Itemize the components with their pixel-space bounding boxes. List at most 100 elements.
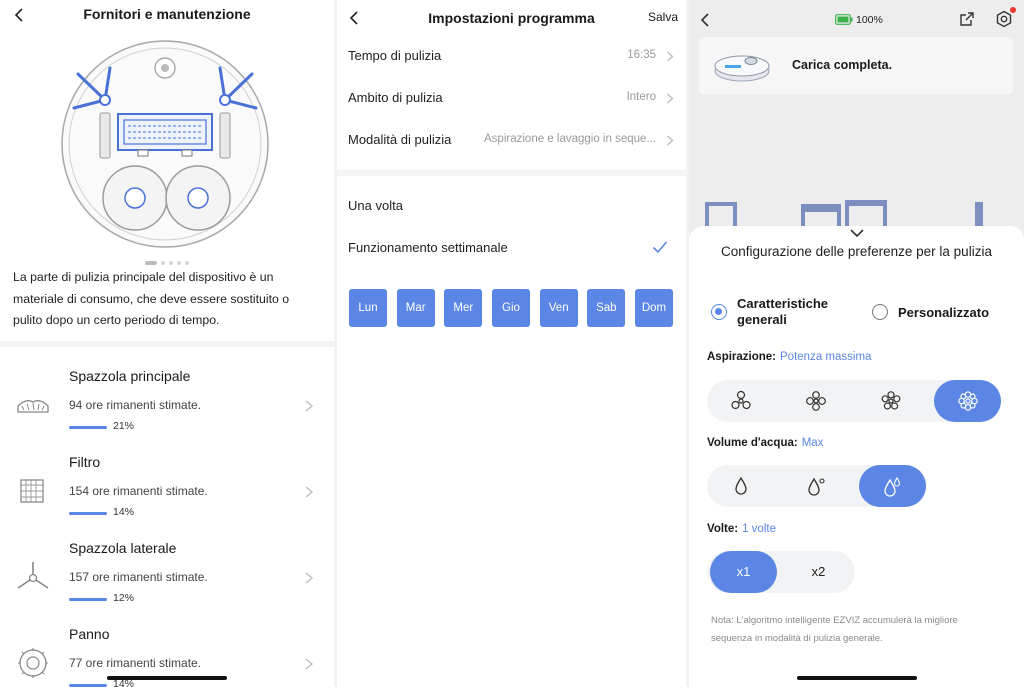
robot-dock-image [714,55,770,82]
cleaning-scope-row[interactable]: Ambito di pulizia Intero [337,77,686,119]
once-option[interactable]: Una volta [337,185,686,227]
part-name: Spazzola laterale [69,540,177,556]
suction-level-1[interactable] [707,380,774,422]
part-name: Spazzola principale [69,368,191,384]
part-name: Panno [69,626,110,642]
general-option-label[interactable]: Caratteristiche generali [737,296,855,328]
times-option-x1[interactable]: x1 [710,551,777,593]
water-level-low[interactable] [707,465,774,507]
row-value: Intero [626,91,656,103]
row-label: Tempo di pulizia [348,48,442,63]
chevron-right-icon [305,658,314,670]
chevron-right-icon [667,93,674,104]
suction-level-2[interactable] [782,380,849,422]
chevron-right-icon [305,400,314,412]
part-percent: 14% [113,506,135,518]
fan-high-icon [881,391,901,410]
schedule-panel: Impostazioni programma Salva Tempo di pu… [337,0,686,687]
fan-medium-icon [806,391,826,411]
status-text: Carica completa. [792,58,893,72]
cleaning-mode-row[interactable]: Modalità di pulizia Aspirazione e lavagg… [337,119,686,161]
part-progress-bar [69,426,107,429]
part-remaining: 157 ore rimanenti stimate. [69,570,208,584]
day-button-wed[interactable]: Mer [444,289,483,327]
part-side-brush[interactable]: Spazzola laterale 157 ore rimanenti stim… [0,538,334,624]
suction-value: Potenza massima [780,351,872,363]
drop-max-icon [884,476,901,497]
map-preview [705,200,983,232]
water-label: Volume d'acqua: Max [707,437,823,449]
home-indicator [797,676,917,680]
row-value: Aspirazione e lavaggio in seque... [484,133,656,145]
day-button-fri[interactable]: Ven [539,289,578,327]
water-level-medium[interactable] [782,465,849,507]
mop-icon [18,648,48,678]
part-filter[interactable]: Filtro 154 ore rimanenti stimate. 14% [0,452,334,538]
home-indicator [107,676,227,680]
times-label: Volte: 1 volte [707,523,776,535]
day-button-sun[interactable]: Dom [635,289,673,327]
times-option-label: x1 [736,564,751,579]
filter-icon [20,479,44,503]
suction-selector [707,380,1001,422]
times-option-label: x2 [811,564,826,579]
day-button-mon[interactable]: Lun [349,289,387,327]
suction-label-text: Aspirazione: [707,351,777,363]
main-brush-icon [17,400,49,413]
part-progress-bar [69,598,107,601]
water-selector [707,465,927,507]
chevron-right-icon [667,51,674,62]
day-button-tue[interactable]: Mar [396,289,435,327]
day-button-sat[interactable]: Sab [587,289,626,327]
suction-label: Aspirazione: Potenza massima [707,351,871,363]
robot-diagram [61,40,269,248]
battery-icon [835,14,853,25]
preferences-sheet: Configurazione delle preferenze per la p… [689,226,1024,687]
row-value: 16:35 [627,49,656,61]
page-title: Impostazioni programma [428,10,595,26]
times-option-x2[interactable]: x2 [785,551,852,593]
chevron-right-icon [305,486,314,498]
side-brush-icon [17,562,49,589]
times-value: 1 volte [742,523,776,535]
suction-level-max[interactable] [934,380,1001,422]
part-percent: 12% [113,592,135,604]
custom-radio[interactable] [872,304,888,320]
part-progress-bar [69,512,107,515]
general-radio[interactable] [711,304,727,320]
page-title: Fornitori e manutenzione [83,6,251,22]
divider [337,170,686,176]
part-percent: 21% [113,420,135,432]
drop-medium-icon [808,477,825,496]
chevron-down-icon[interactable] [849,228,865,238]
share-icon[interactable] [959,11,975,27]
row-label: Funzionamento settimanale [348,240,508,255]
part-remaining: 154 ore rimanenti stimate. [69,484,208,498]
water-level-max[interactable] [859,465,926,507]
water-value: Max [801,437,824,449]
row-label: Modalità di pulizia [348,132,452,147]
settings-icon[interactable] [995,10,1013,28]
save-button[interactable]: Salva [648,10,678,24]
suction-level-3[interactable] [857,380,924,422]
note-text: Nota: L'algoritmo intelligente EZVIZ acc… [711,615,958,644]
sheet-title: Configurazione delle preferenze per la p… [721,244,992,259]
notification-badge [1010,7,1016,13]
maintenance-panel: Fornitori e manutenzione La parte di pul… [0,0,334,687]
times-label-text: Volte: [707,523,739,535]
custom-option-label[interactable]: Personalizzato [898,305,989,321]
row-label: Una volta [348,198,403,213]
row-label: Ambito di pulizia [348,90,443,105]
preferences-panel: 100% Carica completa. Configurazione del… [689,0,1024,687]
weekday-selector: Lun Mar Mer Gio Ven Sab Dom [349,289,674,327]
weekly-option[interactable]: Funzionamento settimanale [337,227,686,269]
part-main-brush[interactable]: Spazzola principale 94 ore rimanenti sti… [0,366,334,452]
drop-icon [735,476,747,495]
checkmark-icon [652,241,668,254]
times-selector: x1 x2 [707,551,855,593]
part-remaining: 94 ore rimanenti stimate. [69,398,202,412]
back-icon[interactable] [699,12,713,28]
day-button-thu[interactable]: Gio [492,289,530,327]
cleaning-time-row[interactable]: Tempo di pulizia 16:35 [337,35,686,77]
chevron-right-icon [305,572,314,584]
